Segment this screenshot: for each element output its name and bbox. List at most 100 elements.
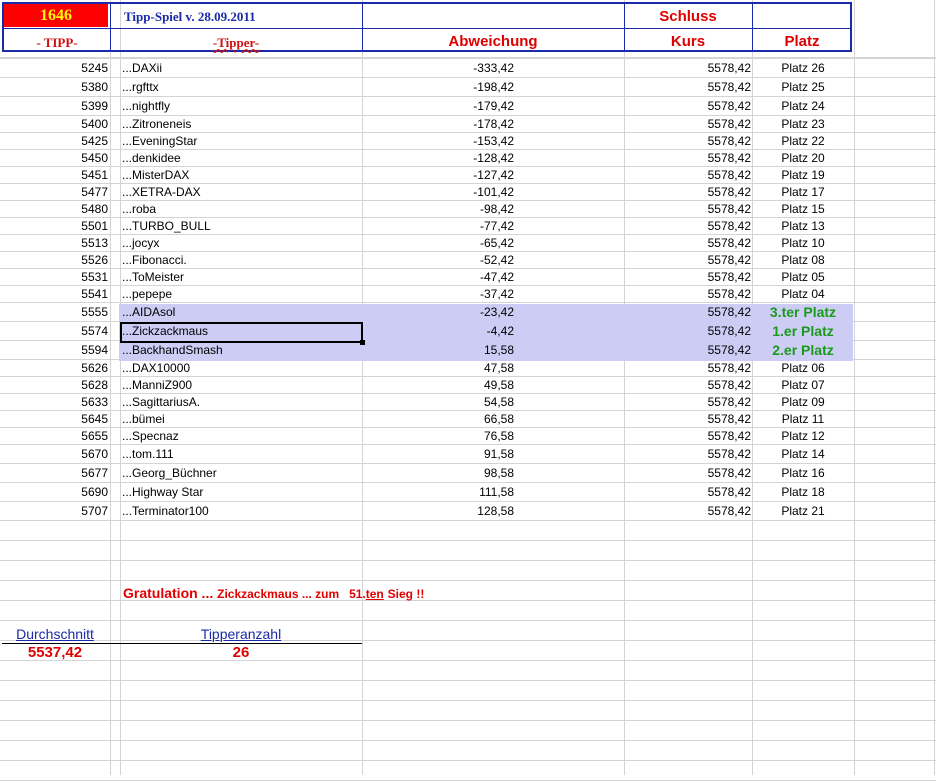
tipper-cell[interactable]: ...pepepe	[122, 285, 360, 303]
kurs-cell[interactable]: 5578,42	[624, 483, 751, 501]
tipp-cell[interactable]: 5633	[0, 393, 108, 411]
abweichung-cell[interactable]: -128,42	[362, 149, 514, 167]
tipp-cell[interactable]: 5645	[0, 410, 108, 428]
kurs-cell[interactable]: 5578,42	[624, 427, 751, 445]
kurs-cell[interactable]: 5578,42	[624, 217, 751, 235]
abweichung-cell[interactable]: 128,58	[362, 502, 514, 520]
kurs-cell[interactable]: 5578,42	[624, 502, 751, 520]
tipper-cell[interactable]: ...TURBO_BULL	[122, 217, 360, 235]
tipp-cell[interactable]: 5380	[0, 78, 108, 96]
platz-cell[interactable]: Platz 26	[752, 59, 854, 77]
tipper-cell[interactable]: ...nightfly	[122, 97, 360, 115]
platz-cell[interactable]: Platz 22	[752, 132, 854, 150]
kurs-cell[interactable]: 5578,42	[624, 78, 751, 96]
abweichung-cell[interactable]: 76,58	[362, 427, 514, 445]
kurs-cell[interactable]: 5578,42	[624, 200, 751, 218]
platz-cell[interactable]: Platz 25	[752, 78, 854, 96]
kurs-cell[interactable]: 5578,42	[624, 410, 751, 428]
platz-cell[interactable]: Platz 16	[752, 464, 854, 482]
abweichung-cell[interactable]: -98,42	[362, 200, 514, 218]
tipp-cell[interactable]: 5480	[0, 200, 108, 218]
tipp-cell[interactable]: 5531	[0, 268, 108, 286]
tipper-cell[interactable]: ...EveningStar	[122, 132, 360, 150]
tipp-cell[interactable]: 5400	[0, 115, 108, 133]
platz-cell[interactable]: Platz 19	[752, 166, 854, 184]
tipper-cell[interactable]: ...rgfttx	[122, 78, 360, 96]
abweichung-cell[interactable]: 91,58	[362, 445, 514, 463]
tipper-cell[interactable]: ...DAX10000	[122, 359, 360, 377]
tipper-cell[interactable]: ...Fibonacci.	[122, 251, 360, 269]
tipper-cell[interactable]: ...tom.111	[122, 445, 360, 463]
tipp-cell[interactable]: 5626	[0, 359, 108, 377]
abweichung-cell[interactable]: 47,58	[362, 359, 514, 377]
abweichung-cell[interactable]: -47,42	[362, 268, 514, 286]
tipper-cell[interactable]: ...SagittariusA.	[122, 393, 360, 411]
platz-cell[interactable]: Platz 09	[752, 393, 854, 411]
tipp-cell[interactable]: 5425	[0, 132, 108, 150]
tipp-cell[interactable]: 5555	[0, 303, 108, 321]
kurs-cell[interactable]: 5578,42	[624, 97, 751, 115]
kurs-cell[interactable]: 5578,42	[624, 251, 751, 269]
selected-cell[interactable]	[120, 322, 363, 343]
platz-cell[interactable]: 1.er Platz	[752, 322, 854, 340]
tipp-cell[interactable]: 5513	[0, 234, 108, 252]
abweichung-cell[interactable]: -77,42	[362, 217, 514, 235]
platz-cell[interactable]: Platz 13	[752, 217, 854, 235]
abweichung-cell[interactable]: -127,42	[362, 166, 514, 184]
abweichung-cell[interactable]: -23,42	[362, 303, 514, 321]
platz-cell[interactable]: Platz 17	[752, 183, 854, 201]
platz-cell[interactable]: Platz 18	[752, 483, 854, 501]
kurs-cell[interactable]: 5578,42	[624, 341, 751, 359]
tipper-cell[interactable]: ...bümei	[122, 410, 360, 428]
tipp-cell[interactable]: 5707	[0, 502, 108, 520]
platz-cell[interactable]: Platz 08	[752, 251, 854, 269]
kurs-cell[interactable]: 5578,42	[624, 268, 751, 286]
tipper-cell[interactable]: ...ManniZ900	[122, 376, 360, 394]
tipper-cell[interactable]: ...denkidee	[122, 149, 360, 167]
platz-cell[interactable]: Platz 23	[752, 115, 854, 133]
platz-cell[interactable]: Platz 20	[752, 149, 854, 167]
kurs-cell[interactable]: 5578,42	[624, 376, 751, 394]
tipp-cell[interactable]: 5501	[0, 217, 108, 235]
platz-cell[interactable]: Platz 15	[752, 200, 854, 218]
kurs-cell[interactable]: 5578,42	[624, 303, 751, 321]
fill-handle[interactable]	[360, 340, 365, 345]
tipp-cell[interactable]: 5690	[0, 483, 108, 501]
abweichung-cell[interactable]: -178,42	[362, 115, 514, 133]
kurs-cell[interactable]: 5578,42	[624, 149, 751, 167]
abweichung-cell[interactable]: 111,58	[362, 483, 514, 501]
kurs-cell[interactable]: 5578,42	[624, 132, 751, 150]
tipp-cell[interactable]: 5628	[0, 376, 108, 394]
tipper-cell[interactable]: ...roba	[122, 200, 360, 218]
tipp-cell[interactable]: 5541	[0, 285, 108, 303]
tipp-cell[interactable]: 5594	[0, 341, 108, 359]
tipp-cell[interactable]: 5451	[0, 166, 108, 184]
platz-cell[interactable]: Platz 07	[752, 376, 854, 394]
kurs-cell[interactable]: 5578,42	[624, 285, 751, 303]
tipp-cell[interactable]: 5399	[0, 97, 108, 115]
kurs-cell[interactable]: 5578,42	[624, 115, 751, 133]
platz-cell[interactable]: 2.er Platz	[752, 341, 854, 359]
tipper-cell[interactable]: ...BackhandSmash	[122, 341, 360, 359]
platz-cell[interactable]: 3.ter Platz	[752, 303, 854, 321]
tipper-cell[interactable]: ...jocyx	[122, 234, 360, 252]
kurs-cell[interactable]: 5578,42	[624, 59, 751, 77]
abweichung-cell[interactable]: -101,42	[362, 183, 514, 201]
tipper-cell[interactable]: ...Georg_Büchner	[122, 464, 360, 482]
platz-cell[interactable]: Platz 21	[752, 502, 854, 520]
abweichung-cell[interactable]: 66,58	[362, 410, 514, 428]
tipper-cell[interactable]: ...MisterDAX	[122, 166, 360, 184]
abweichung-cell[interactable]: -4,42	[362, 322, 514, 340]
platz-cell[interactable]: Platz 12	[752, 427, 854, 445]
abweichung-cell[interactable]: -198,42	[362, 78, 514, 96]
kurs-cell[interactable]: 5578,42	[624, 359, 751, 377]
platz-cell[interactable]: Platz 14	[752, 445, 854, 463]
platz-cell[interactable]: Platz 24	[752, 97, 854, 115]
kurs-cell[interactable]: 5578,42	[624, 234, 751, 252]
kurs-cell[interactable]: 5578,42	[624, 166, 751, 184]
tipper-cell[interactable]: ...Highway Star	[122, 483, 360, 501]
platz-cell[interactable]: Platz 05	[752, 268, 854, 286]
tipper-cell[interactable]: ...Zitroneneis	[122, 115, 360, 133]
platz-cell[interactable]: Platz 10	[752, 234, 854, 252]
tipp-cell[interactable]: 5245	[0, 59, 108, 77]
